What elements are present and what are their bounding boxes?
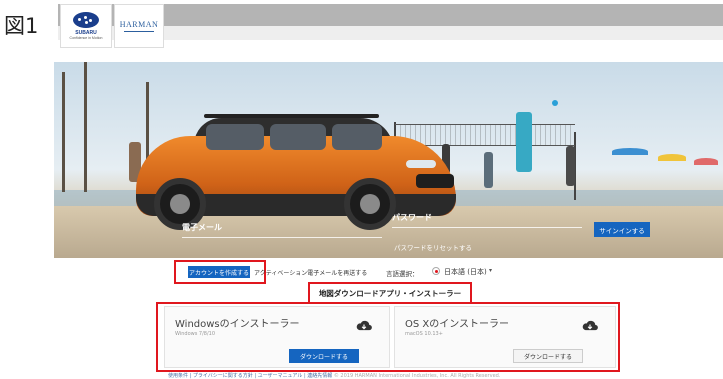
password-label: パスワード (392, 213, 432, 222)
palm-tree (84, 62, 87, 192)
cloud-download-icon (356, 320, 372, 331)
windows-download-button[interactable]: ダウンロードする (289, 349, 359, 363)
player-figure (484, 152, 493, 188)
mac-installer-subtitle: macOS 10.13+ (405, 331, 443, 337)
harman-brand-text: HARMAN (119, 20, 159, 29)
mac-download-button[interactable]: ダウンロードする (513, 349, 583, 363)
windows-installer-title: Windowsのインストーラー (175, 319, 300, 330)
subaru-tagline: Confidence in Motion (69, 36, 103, 40)
figure-label: 図1 (4, 14, 39, 38)
language-label: 言語選択： (386, 270, 419, 278)
email-label: 電子メール (182, 223, 222, 232)
footer: 使用条件 | プライバシーに関する方針 | ユーザーマニュアル | 連絡先情報 … (168, 372, 500, 379)
player-figure (516, 112, 532, 172)
beach-umbrella (658, 154, 686, 161)
caret-down-icon[interactable]: ▾ (489, 267, 492, 274)
signin-button[interactable]: サインインする (594, 222, 650, 237)
car-wheel (344, 178, 396, 230)
beach-umbrella (694, 158, 718, 165)
beach-umbrella (612, 148, 648, 155)
volleyball-ball (552, 100, 558, 106)
footer-copyright: © 2019 HARMAN International Industries, … (333, 373, 501, 379)
create-account-button[interactable]: アカウントを作成する (188, 266, 250, 278)
car-window (270, 124, 326, 150)
footer-links[interactable]: 使用条件 | プライバシーに関する方針 | ユーザーマニュアル | 連絡先情報 (168, 373, 332, 379)
reset-password-link[interactable]: パスワードをリセットする (394, 242, 472, 252)
windows-installer-subtitle: Windows 7/8/10 (175, 331, 216, 337)
car-window (332, 124, 382, 150)
car-grille (416, 174, 454, 188)
hero-banner: 電子メール パスワード サインインする パスワードをリセットする (54, 62, 723, 258)
mac-installer-panel: OS Xのインストーラー macOS 10.13+ ダウンロードする (394, 306, 616, 368)
subaru-logo: SUBARU Confidence in Motion (60, 4, 112, 48)
email-field[interactable] (182, 237, 382, 238)
harman-logo: HARMAN (114, 4, 164, 48)
car-headlight (406, 160, 436, 168)
palm-tree (62, 72, 65, 192)
download-heading: 地図ダウンロードアプリ・インストーラー (318, 288, 462, 298)
subaru-stars-icon (73, 12, 99, 28)
radio-selected-icon[interactable] (432, 267, 440, 275)
mac-installer-title: OS Xのインストーラー (405, 319, 510, 330)
car-window (206, 124, 264, 150)
player-figure (566, 146, 575, 186)
resend-activation-link[interactable]: アクティベーション電子メールを再送する (254, 268, 367, 277)
cloud-download-icon (582, 320, 598, 331)
harman-underline (124, 31, 154, 32)
language-select[interactable]: 日本語 (日本) (444, 267, 487, 277)
windows-installer-panel: Windowsのインストーラー Windows 7/8/10 ダウンロードする (164, 306, 390, 368)
password-field[interactable] (392, 227, 582, 228)
